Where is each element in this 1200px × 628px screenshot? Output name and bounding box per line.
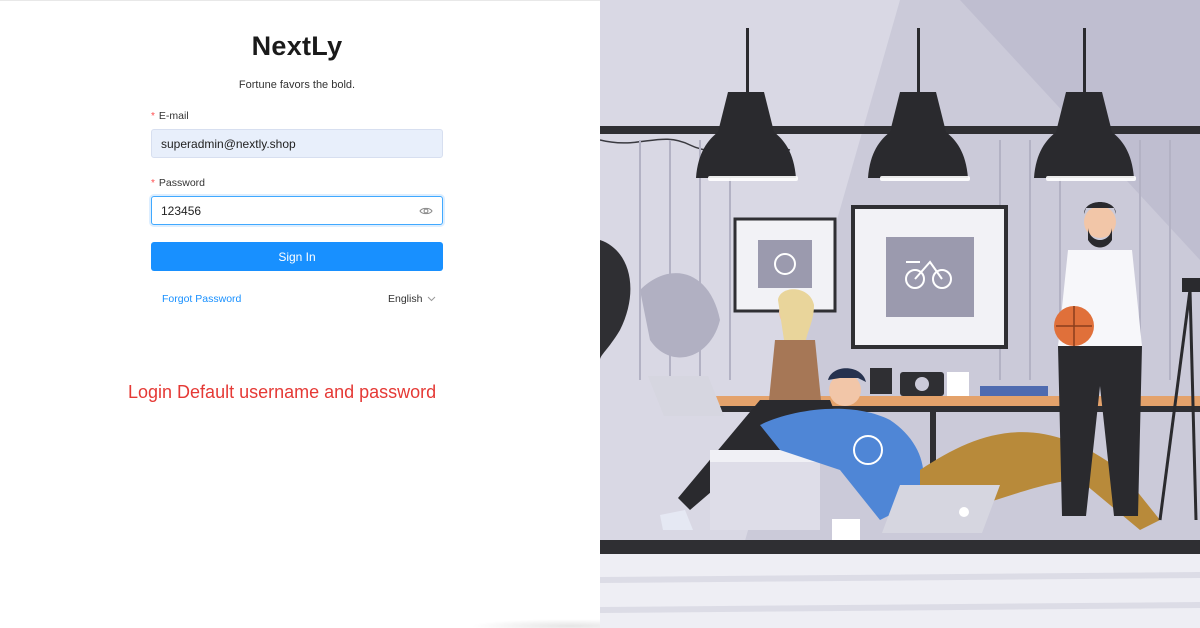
email-value: superadmin@nextly.shop	[161, 136, 296, 151]
chevron-down-icon	[427, 296, 436, 302]
password-label-text: Password	[158, 177, 206, 189]
eye-icon[interactable]	[419, 204, 433, 218]
password-field[interactable]: 123456	[151, 196, 443, 225]
language-label: English	[388, 293, 423, 305]
tagline: Fortune favors the bold.	[238, 79, 356, 91]
password-value: 123456	[161, 203, 202, 218]
login-panel: NextLy Fortune favors the bold. * E-mail …	[0, 0, 670, 628]
annotation-text: Login Default username and password	[128, 382, 437, 402]
sign-in-label: Sign In	[278, 249, 316, 264]
email-label: * E-mail	[151, 110, 189, 122]
email-field[interactable]: superadmin@nextly.shop	[151, 129, 443, 158]
office-illustration-art	[600, 0, 1200, 628]
required-mark: *	[151, 178, 155, 189]
forgot-password-link[interactable]: Forgot Password	[162, 293, 241, 305]
required-mark: *	[151, 111, 155, 122]
sign-in-button[interactable]: Sign In	[151, 242, 443, 271]
language-select[interactable]: English	[388, 293, 436, 305]
office-illustration	[600, 0, 1200, 628]
email-label-text: E-mail	[158, 110, 189, 122]
brand-title: NextLy	[251, 31, 343, 61]
password-label: * Password	[151, 177, 205, 189]
